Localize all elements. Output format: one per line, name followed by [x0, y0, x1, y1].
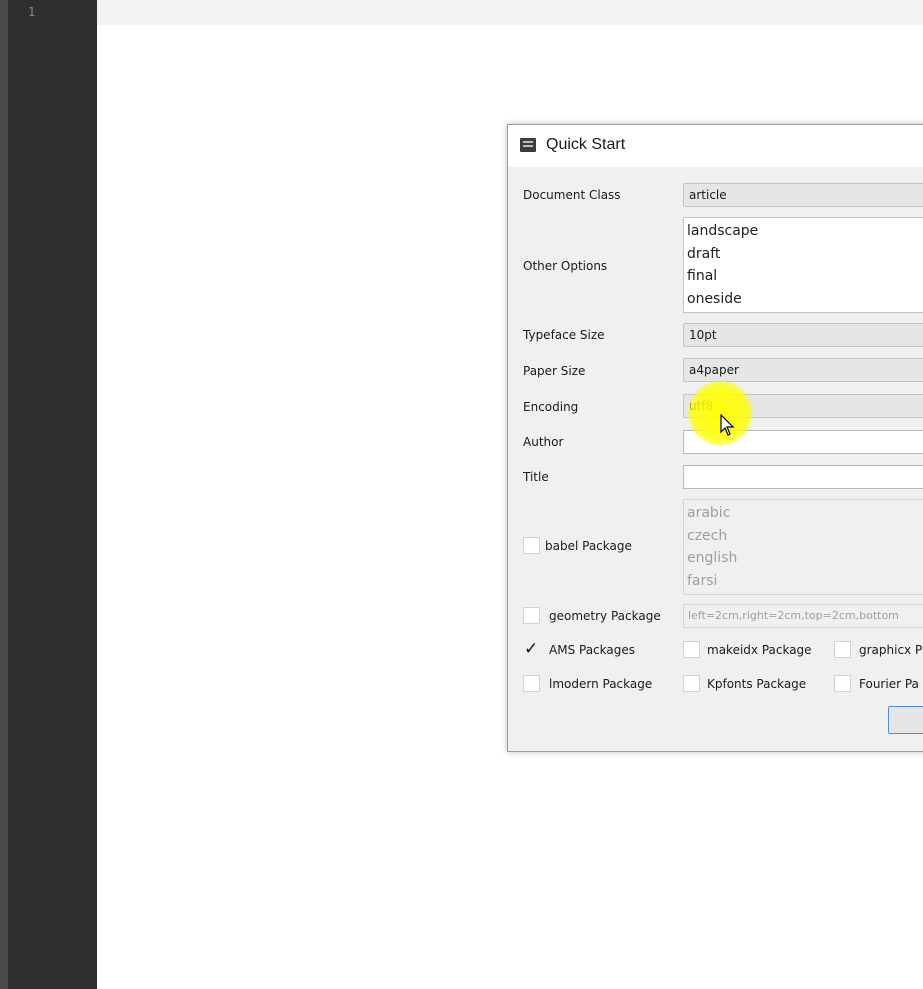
- document-class-combo[interactable]: article: [683, 183, 923, 207]
- line-number: 1: [28, 5, 36, 19]
- other-options-list[interactable]: landscape draft final oneside: [683, 217, 923, 313]
- list-item[interactable]: oneside: [684, 288, 923, 311]
- kpfonts-label: Kpfonts Package: [707, 677, 807, 691]
- kpfonts-checkbox[interactable]: [683, 675, 700, 692]
- author-label: Author: [523, 435, 564, 449]
- graphicx-label: graphicx P: [859, 643, 923, 657]
- babel-language-list: arabic czech english farsi: [683, 499, 923, 595]
- geometry-checkbox[interactable]: [523, 607, 540, 624]
- paper-size-label: Paper Size: [523, 364, 586, 378]
- typeface-size-label: Typeface Size: [523, 328, 605, 342]
- list-item: czech: [687, 527, 728, 544]
- paper-size-value: a4paper: [689, 363, 739, 377]
- ams-checkbox[interactable]: ✓: [523, 639, 540, 659]
- lmodern-label: lmodern Package: [549, 677, 653, 691]
- checkmark-icon: ✓: [524, 639, 539, 659]
- list-item: arabic: [687, 505, 731, 521]
- document-class-value: article: [689, 188, 727, 202]
- line-number-gutter: 1: [8, 0, 97, 989]
- list-item[interactable]: draft: [684, 243, 923, 266]
- dialog-titlebar[interactable]: Quick Start: [508, 125, 923, 167]
- babel-checkbox[interactable]: [523, 537, 540, 554]
- list-item: english: [687, 550, 738, 566]
- window-edge: [0, 0, 8, 989]
- fourier-checkbox[interactable]: [834, 675, 851, 692]
- ok-button[interactable]: [888, 706, 923, 734]
- typeface-size-value: 10pt: [689, 328, 717, 342]
- makeidx-checkbox[interactable]: [683, 641, 700, 658]
- app-icon: [520, 138, 536, 152]
- geometry-label: geometry Package: [549, 609, 661, 623]
- geometry-input: left=2cm,right=2cm,top=2cm,bottom: [683, 604, 923, 628]
- title-label: Title: [523, 470, 549, 484]
- list-item[interactable]: landscape: [684, 220, 923, 243]
- lmodern-checkbox[interactable]: [523, 675, 540, 692]
- title-input[interactable]: [683, 465, 923, 489]
- ams-label: AMS Packages: [549, 643, 635, 657]
- fourier-label: Fourier Pa: [859, 677, 919, 691]
- makeidx-label: makeidx Package: [707, 643, 812, 657]
- paper-size-combo[interactable]: a4paper: [683, 358, 923, 382]
- document-class-label: Document Class: [523, 188, 621, 202]
- list-item: farsi: [687, 572, 718, 589]
- editor-current-line[interactable]: [97, 0, 923, 25]
- other-options-label: Other Options: [523, 259, 608, 273]
- encoding-label: Encoding: [523, 400, 579, 414]
- list-item[interactable]: final: [684, 265, 923, 288]
- mouse-pointer-icon: [720, 414, 735, 436]
- babel-label: babel Package: [545, 539, 632, 553]
- typeface-size-combo[interactable]: 10pt: [683, 323, 923, 347]
- dialog-title: Quick Start: [546, 136, 626, 153]
- graphicx-checkbox[interactable]: [834, 641, 851, 658]
